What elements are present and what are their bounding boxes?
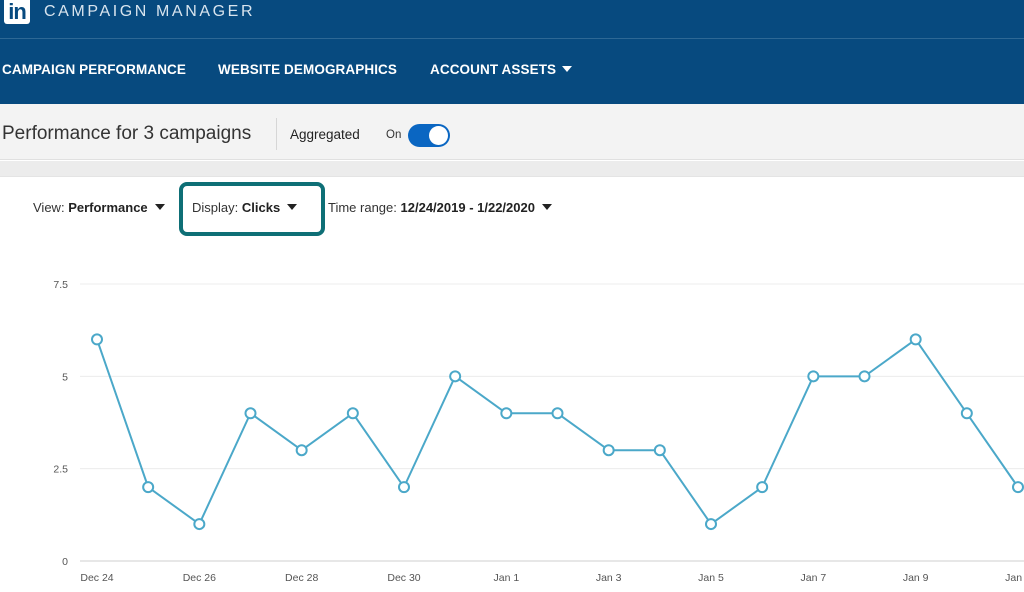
toggle-knob bbox=[429, 126, 448, 145]
data-point[interactable] bbox=[500, 407, 513, 420]
chart-panel: View: Performance Display: Clicks Time r… bbox=[0, 176, 1024, 592]
x-tick-label: Jan 1 bbox=[1005, 572, 1024, 584]
data-point[interactable] bbox=[858, 370, 871, 383]
linkedin-logo-icon[interactable]: in bbox=[4, 0, 30, 24]
x-tick-label: Dec 24 bbox=[80, 572, 113, 584]
x-tick-label: Jan 1 bbox=[493, 572, 519, 584]
campaign-manager-app: in CAMPAIGN MANAGER CAMPAIGN PERFORMANCE… bbox=[0, 0, 1024, 592]
x-tick-label: Jan 7 bbox=[800, 572, 826, 584]
series-line bbox=[96, 338, 1019, 526]
data-point[interactable] bbox=[346, 407, 359, 420]
data-point[interactable] bbox=[398, 481, 410, 494]
toggle-state-label: On bbox=[386, 129, 402, 141]
y-tick-label: 2.5 bbox=[53, 464, 68, 476]
x-tick-label: Dec 28 bbox=[285, 572, 318, 584]
data-point[interactable] bbox=[1012, 481, 1024, 494]
x-tick-label: Dec 26 bbox=[183, 572, 216, 584]
data-point[interactable] bbox=[756, 481, 769, 494]
nav-label: WEBSITE DEMOGRAPHICS bbox=[218, 62, 398, 77]
data-point[interactable] bbox=[653, 444, 666, 457]
header-divider bbox=[0, 38, 1024, 39]
divider bbox=[276, 118, 277, 150]
y-tick-label: 7.5 bbox=[53, 279, 68, 291]
data-point[interactable] bbox=[244, 407, 257, 420]
content-gap bbox=[0, 161, 1024, 176]
nav-website-demographics[interactable]: WEBSITE DEMOGRAPHICS bbox=[218, 62, 397, 77]
x-tick-label: Jan 5 bbox=[698, 572, 724, 584]
y-tick-label: 5 bbox=[62, 371, 68, 383]
data-point[interactable] bbox=[551, 407, 564, 420]
y-tick-label: 0 bbox=[62, 556, 68, 568]
data-point[interactable] bbox=[449, 370, 462, 383]
nav-label: ACCOUNT ASSETS bbox=[430, 62, 557, 77]
nav-label: CAMPAIGN PERFORMANCE bbox=[2, 62, 186, 77]
data-point[interactable] bbox=[807, 370, 820, 383]
data-point[interactable] bbox=[602, 444, 615, 457]
aggregated-label: Aggregated bbox=[290, 127, 360, 142]
data-point[interactable] bbox=[193, 518, 206, 531]
clicks-line-chart: 0 2.5 5 7.5 Dec 24 Dec 26 Dec 28 Dec 30 Jan 1 Jan… bbox=[53, 279, 1024, 584]
performance-subheader: Performance for 3 campaigns Aggregated O… bbox=[0, 104, 1024, 160]
chevron-down-icon bbox=[562, 66, 573, 72]
data-point[interactable] bbox=[960, 407, 973, 420]
x-tick-label: Dec 30 bbox=[387, 572, 420, 584]
data-point[interactable] bbox=[705, 518, 717, 531]
app-title: CAMPAIGN MANAGER bbox=[44, 3, 256, 20]
aggregated-toggle[interactable] bbox=[408, 124, 450, 147]
brand-row: in CAMPAIGN MANAGER bbox=[0, 0, 1024, 38]
data-point[interactable] bbox=[909, 333, 922, 346]
page-title: Performance for 3 campaigns bbox=[2, 123, 252, 144]
data-point[interactable] bbox=[142, 481, 155, 494]
top-header: in CAMPAIGN MANAGER CAMPAIGN PERFORMANCE… bbox=[0, 0, 1024, 104]
x-tick-label: Jan 3 bbox=[596, 572, 622, 584]
data-point[interactable] bbox=[91, 333, 103, 346]
x-tick-label: Jan 9 bbox=[903, 572, 929, 584]
nav-account-assets[interactable]: ACCOUNT ASSETS bbox=[430, 62, 573, 77]
nav-campaign-performance[interactable]: CAMPAIGN PERFORMANCE bbox=[2, 62, 186, 77]
data-point[interactable] bbox=[295, 444, 308, 457]
